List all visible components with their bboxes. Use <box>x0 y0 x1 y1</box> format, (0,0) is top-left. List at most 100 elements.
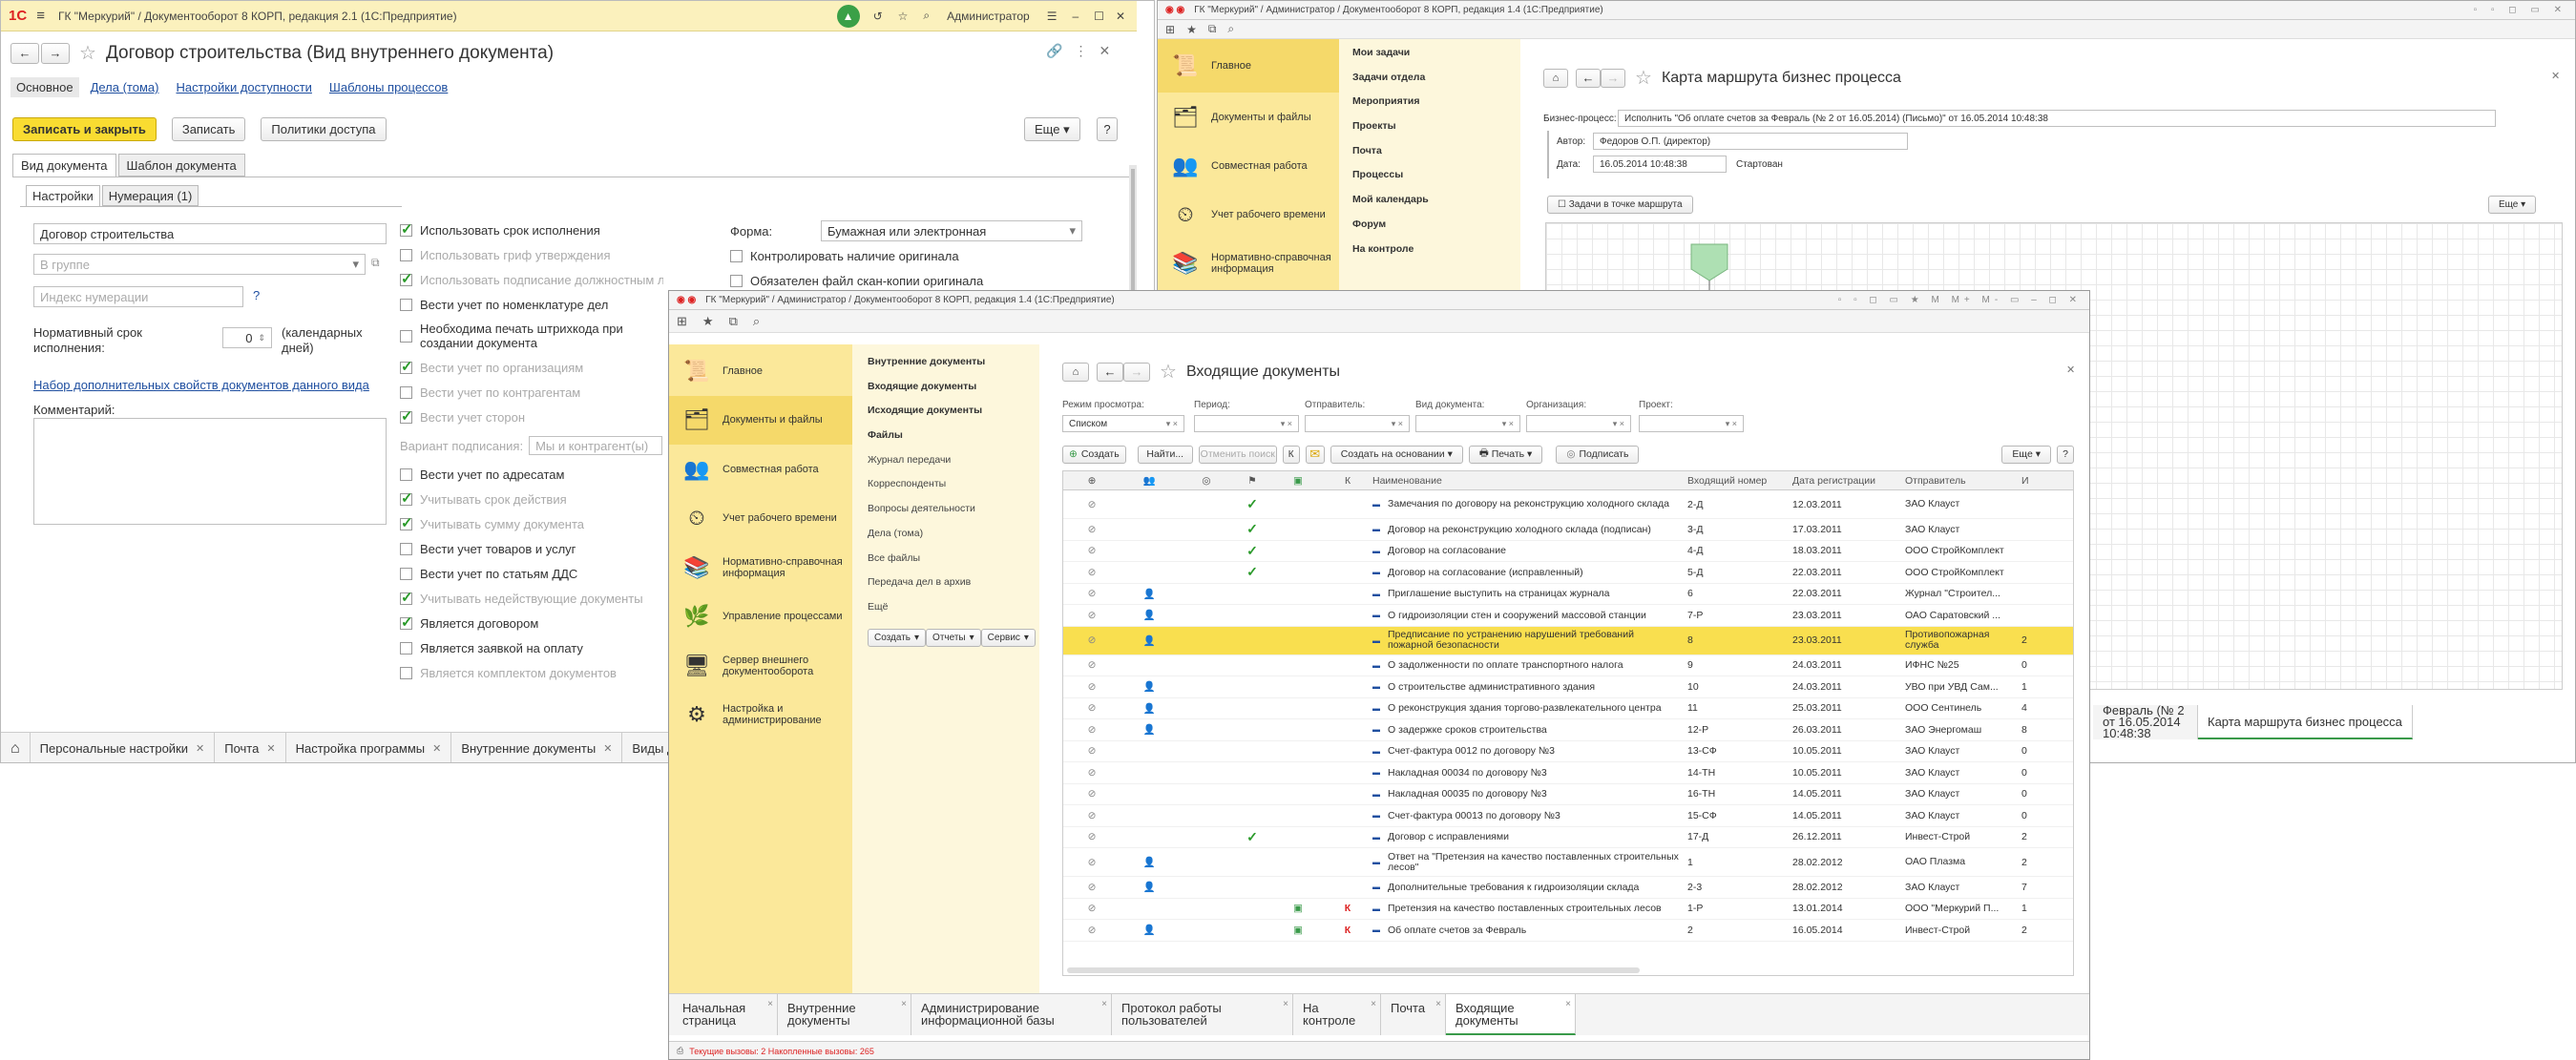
window-controls[interactable]: ▫ ▫ ◻ ▭ ★ M M+ M- ▭ – ◻ ✕ <box>1838 295 2082 305</box>
table-row[interactable]: ⊘ ▬ Счет-фактура 0012 по договору №3 13-СФ 1… <box>1063 741 2073 762</box>
checkbox[interactable] <box>400 358 413 375</box>
close-tab-icon[interactable]: ✕ <box>603 742 612 755</box>
menu-item[interactable]: Вопросы деятельности <box>868 503 1039 528</box>
menu-item[interactable]: Корреспонденты <box>868 478 1039 503</box>
search-icon[interactable]: ⌕ <box>923 9 930 23</box>
minimize-icon[interactable]: – <box>1072 10 1079 23</box>
table-row[interactable]: ⊘ ✓ ▬ Договор на согласование (исправленный… <box>1063 562 2073 584</box>
menu-item[interactable]: Журнал передачи <box>868 454 1039 479</box>
table-row[interactable]: ⊘ ▬ Накладная 00034 по договору №3 14-ТН 10.… <box>1063 762 2073 784</box>
apps-icon[interactable]: ⊞ <box>677 314 687 329</box>
menu-item[interactable]: Файлы <box>868 429 1039 454</box>
checkbox[interactable] <box>400 270 413 287</box>
window-controls[interactable]: ▫ ▫ ◻ ▭ ✕ <box>2474 5 2567 15</box>
bottom-tab[interactable]: Персональные настройки ✕ <box>31 733 216 762</box>
menu-item[interactable]: Мои задачи <box>1339 47 1520 72</box>
form-select[interactable]: Бумажная или электронная ▾ <box>821 220 1082 241</box>
k-button[interactable]: К <box>1282 445 1300 464</box>
checkbox[interactable] <box>400 385 412 399</box>
help-button[interactable]: ? <box>1097 117 1118 141</box>
table-row[interactable]: ⊘ 👤 ▬ О строительстве административного зда… <box>1063 676 2073 698</box>
notification-icon[interactable]: ▲ <box>836 4 860 28</box>
nav-files[interactable]: Дела (тома) <box>91 77 159 97</box>
execution-column-icon[interactable]: ▣ <box>1269 475 1327 487</box>
menu-dropdown-button[interactable]: Создать ▾ <box>868 628 927 647</box>
checkbox[interactable] <box>400 542 412 555</box>
state-column-icon[interactable]: ◎ <box>1178 475 1235 487</box>
setting-checkbox-row[interactable]: Учитывать недействующие документы <box>400 586 663 611</box>
menu-item[interactable]: Процессы <box>1339 169 1520 194</box>
menu-item[interactable]: Проекты <box>1339 120 1520 145</box>
close-icon[interactable]: ✕ <box>1116 10 1125 23</box>
more-button[interactable]: Еще ▾ <box>2488 196 2537 214</box>
bottom-tab[interactable]: Протокол работы пользователей × <box>1112 994 1293 1035</box>
author-field[interactable]: Федоров О.П. (директор) <box>1593 133 1908 150</box>
menu-item[interactable]: Исходящие документы <box>868 405 1039 429</box>
section-item[interactable]: 🌿 Управление процессами <box>669 592 852 642</box>
menu-dropdown-button[interactable]: Отчеты ▾ <box>926 628 981 647</box>
date-field[interactable]: 16.05.2014 10:48:38 <box>1593 156 1727 173</box>
tab-template[interactable]: Шаблон документа <box>117 154 245 177</box>
table-row[interactable]: ⊘ ▬ Накладная 00035 по договору №3 16-ТН 14.… <box>1063 784 2073 805</box>
checkbox[interactable] <box>400 220 413 238</box>
subtab-settings[interactable]: Настройки <box>26 185 100 206</box>
user-name[interactable]: Администратор <box>947 10 1030 23</box>
bottom-tab[interactable]: Почта × <box>1381 994 1446 1035</box>
table-row[interactable]: ⊘ 👤 ▬ Дополнительные требования к гидроизол… <box>1063 877 2073 899</box>
menu-item[interactable]: Задачи отдела <box>1339 72 1520 96</box>
checkbox[interactable] <box>400 407 413 425</box>
bottom-tab[interactable]: Входящие документы × <box>1446 994 1576 1035</box>
comment-field[interactable] <box>33 418 387 525</box>
filter-field[interactable]: ▾ × <box>1639 415 1744 432</box>
menu-item[interactable]: Передача дел в архив <box>868 576 1039 601</box>
menu-item[interactable]: Дела (тома) <box>868 528 1039 552</box>
menu-item[interactable]: Мой календарь <box>1339 194 1520 218</box>
setting-checkbox-row[interactable]: Учитывать сумму документа <box>400 511 663 536</box>
menu-item[interactable]: Мероприятия <box>1339 95 1520 120</box>
col-in-number[interactable]: Входящий номер <box>1684 475 1789 487</box>
mail-button[interactable]: ✉ <box>1305 445 1325 464</box>
access-policies-button[interactable]: Политики доступа <box>261 117 387 141</box>
close-tab-icon[interactable]: ✕ <box>432 742 441 755</box>
table-row[interactable]: ⊘ 👤 ▬ Приглашение выступить на страницах жу… <box>1063 584 2073 605</box>
checkbox[interactable] <box>400 489 413 507</box>
table-row[interactable]: ⊘ ▣ К ▬ Претензия на качество поставленных с… <box>1063 899 2073 920</box>
forward-button[interactable]: → <box>41 42 70 64</box>
tab-doc-type[interactable]: Вид документа <box>12 154 116 177</box>
section-item[interactable]: 📜 Главное <box>1158 39 1339 93</box>
back-button[interactable]: ← <box>1097 362 1123 382</box>
index-help-link[interactable]: ? <box>253 288 260 302</box>
checkbox[interactable] <box>400 514 413 531</box>
col-reg-date[interactable]: Дата регистрации <box>1789 475 1901 487</box>
filter-field[interactable]: ▾ × <box>1526 415 1631 432</box>
section-item[interactable]: 🗂 Документы и файлы <box>1158 93 1339 141</box>
table-row[interactable]: ⊘ 👤 ▬ Предписание по устранению нарушений т… <box>1063 626 2073 655</box>
more-button[interactable]: Еще ▾ <box>1024 117 1080 141</box>
search-icon[interactable]: ⌕ <box>753 314 760 329</box>
more-icon[interactable]: ⋮ <box>1074 43 1087 58</box>
subtab-numbering[interactable]: Нумерация (1) <box>101 185 199 206</box>
apps-icon[interactable]: ⊞ <box>1165 23 1175 36</box>
setting-checkbox-row[interactable]: Является комплектом документов <box>400 660 663 685</box>
find-button[interactable]: Найти... <box>1137 445 1193 464</box>
favorite-star-icon[interactable]: ☆ <box>79 41 96 65</box>
section-item[interactable]: ⏲ Учет рабочего времени <box>1158 190 1339 239</box>
history-icon[interactable]: ⧉ <box>729 314 738 329</box>
checkbox[interactable] <box>400 468 412 481</box>
table-row[interactable]: ⊘ ✓ ▬ Замечания по договору на реконструкци… <box>1063 490 2073 519</box>
checkbox[interactable] <box>400 329 412 343</box>
setting-checkbox-row[interactable]: Вести учет по контрагентам <box>400 380 663 405</box>
table-row[interactable]: ⊘ 👤 ▬ О задержке сроков строительства 12-Р 26… <box>1063 719 2073 741</box>
forward-button[interactable]: → <box>1123 362 1150 382</box>
bp-field[interactable]: Исполнить "Об оплате счетов за Февраль (… <box>1618 110 2496 127</box>
close-tab-icon[interactable]: × <box>901 998 907 1010</box>
section-item[interactable]: ⏲ Учет рабочего времени <box>669 494 852 544</box>
back-button[interactable]: ← <box>1576 68 1601 88</box>
create-based-on-button[interactable]: Создать на основании ▾ <box>1330 445 1463 464</box>
close-tab-icon[interactable]: × <box>1435 998 1441 1010</box>
form-checkbox-row[interactable]: Контролировать наличие оригинала <box>730 243 1093 268</box>
search-icon[interactable]: ⌕ <box>1227 22 1234 36</box>
setting-checkbox-row[interactable]: Использовать гриф утверждения <box>400 242 663 267</box>
filter-field[interactable]: ▾ × <box>1305 415 1410 432</box>
checkbox[interactable] <box>400 613 413 631</box>
